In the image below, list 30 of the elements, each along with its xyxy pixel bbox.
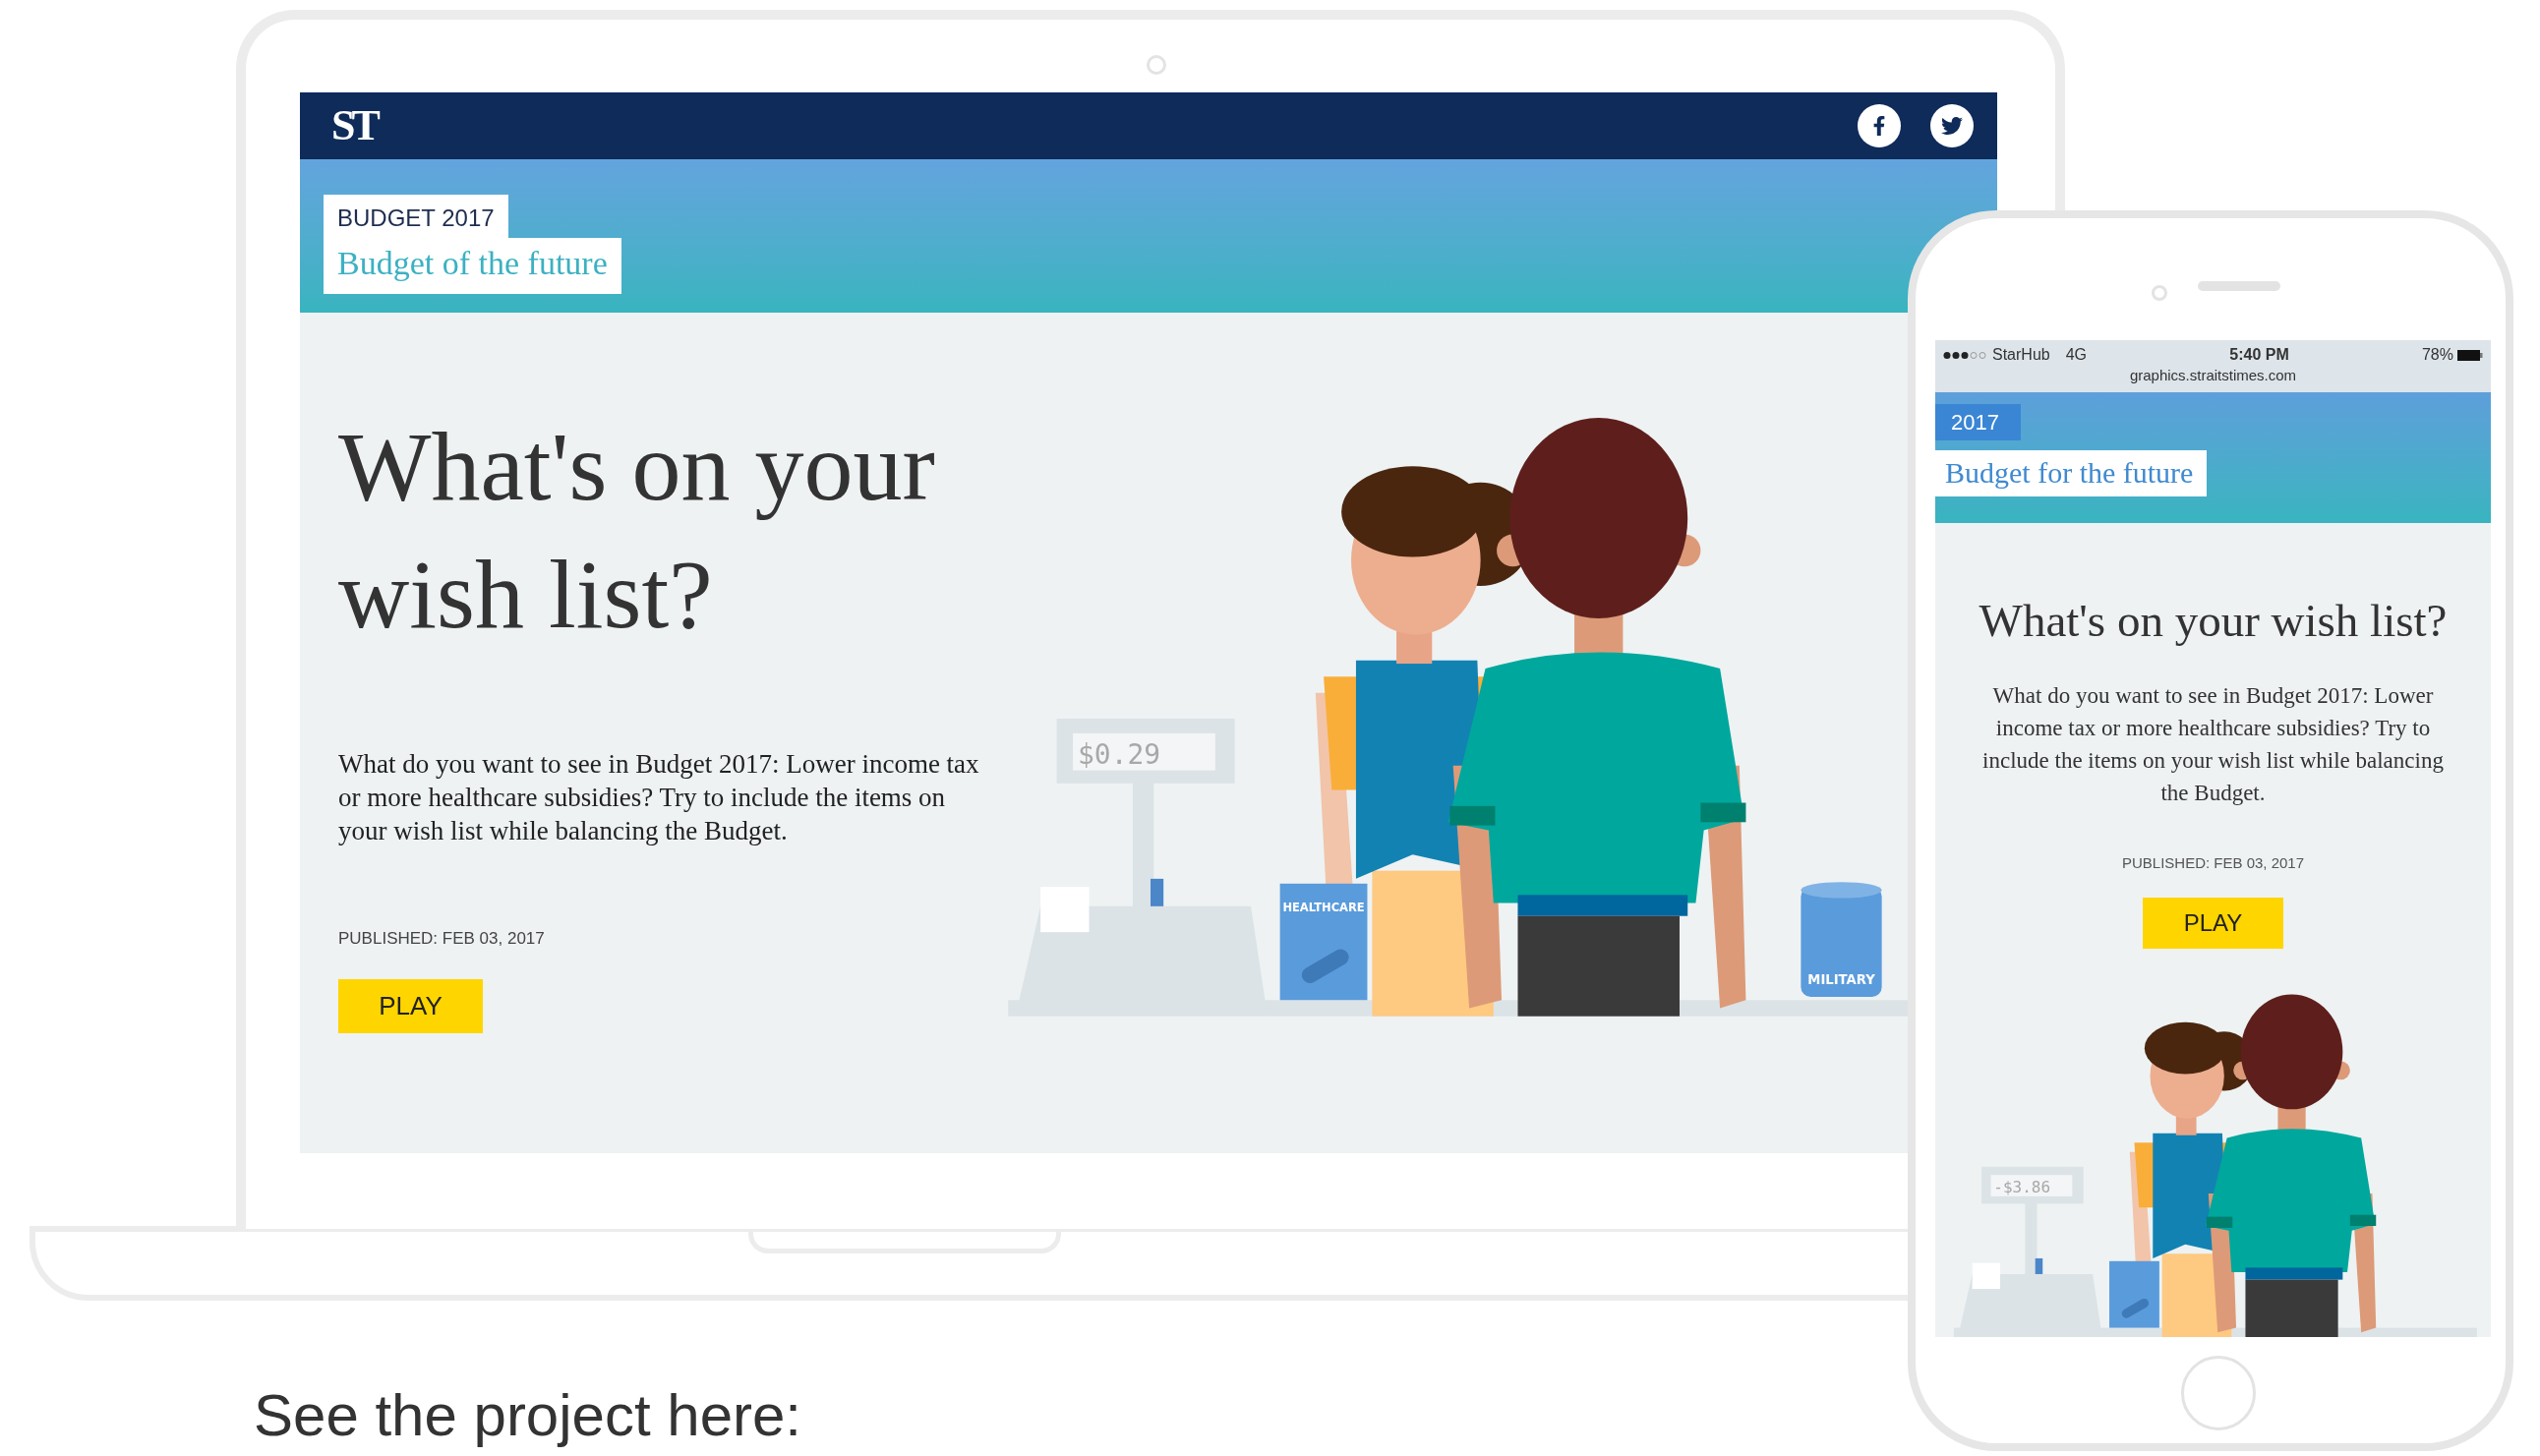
twitter-button[interactable] bbox=[1930, 104, 1974, 147]
price-display: -$3.86 bbox=[1993, 1178, 2051, 1197]
product-label: MILITARY bbox=[1807, 971, 1875, 987]
section-tag: 2017 bbox=[1935, 404, 2021, 440]
caption: See the project here: bbox=[254, 1381, 802, 1450]
published-date: PUBLISHED: FEB 03, 2017 bbox=[2121, 852, 2305, 873]
headline: What's on your wish list? bbox=[338, 411, 936, 651]
network-type: 4G bbox=[2065, 345, 2088, 365]
laptop-camera bbox=[1147, 55, 1166, 75]
headline: What's on your wish list? bbox=[1979, 594, 2448, 648]
facebook-button[interactable] bbox=[1858, 104, 1901, 147]
carrier-name: StarHub bbox=[1992, 345, 2050, 365]
intro-paragraph: What do you want to see in Budget 2017: Lower income tax or more healthcare subsidies? Try to include the items on your wish list while balancing the Budget. bbox=[338, 748, 980, 847]
play-button[interactable]: PLAY bbox=[338, 978, 483, 1033]
site-logo[interactable]: ST bbox=[331, 93, 377, 158]
twitter-icon bbox=[1941, 115, 1963, 137]
phone-camera bbox=[2152, 285, 2167, 301]
product-label: HEALTHCARE bbox=[1282, 900, 1365, 914]
signal-icon bbox=[1943, 350, 1986, 360]
play-button[interactable]: PLAY bbox=[2143, 898, 2283, 949]
intro-paragraph: What do you want to see in Budget 2017: Lower income tax or more healthcare subsidies? Try to include the items on your wish list while balancing the Budget. bbox=[1981, 681, 2445, 807]
published-date: PUBLISHED: FEB 03, 2017 bbox=[338, 928, 545, 950]
status-time: 5:40 PM bbox=[2229, 345, 2289, 365]
url-bar[interactable]: graphics.straitstimes.com bbox=[2129, 365, 2297, 387]
banner-title: Budget for the future bbox=[1935, 450, 2208, 496]
section-tag: BUDGET 2017 bbox=[324, 195, 508, 238]
price-display: $0.29 bbox=[1078, 738, 1161, 772]
battery-icon bbox=[2457, 349, 2483, 361]
battery-percent: 78% bbox=[2421, 345, 2453, 365]
banner-title: Budget of the future bbox=[324, 238, 621, 294]
